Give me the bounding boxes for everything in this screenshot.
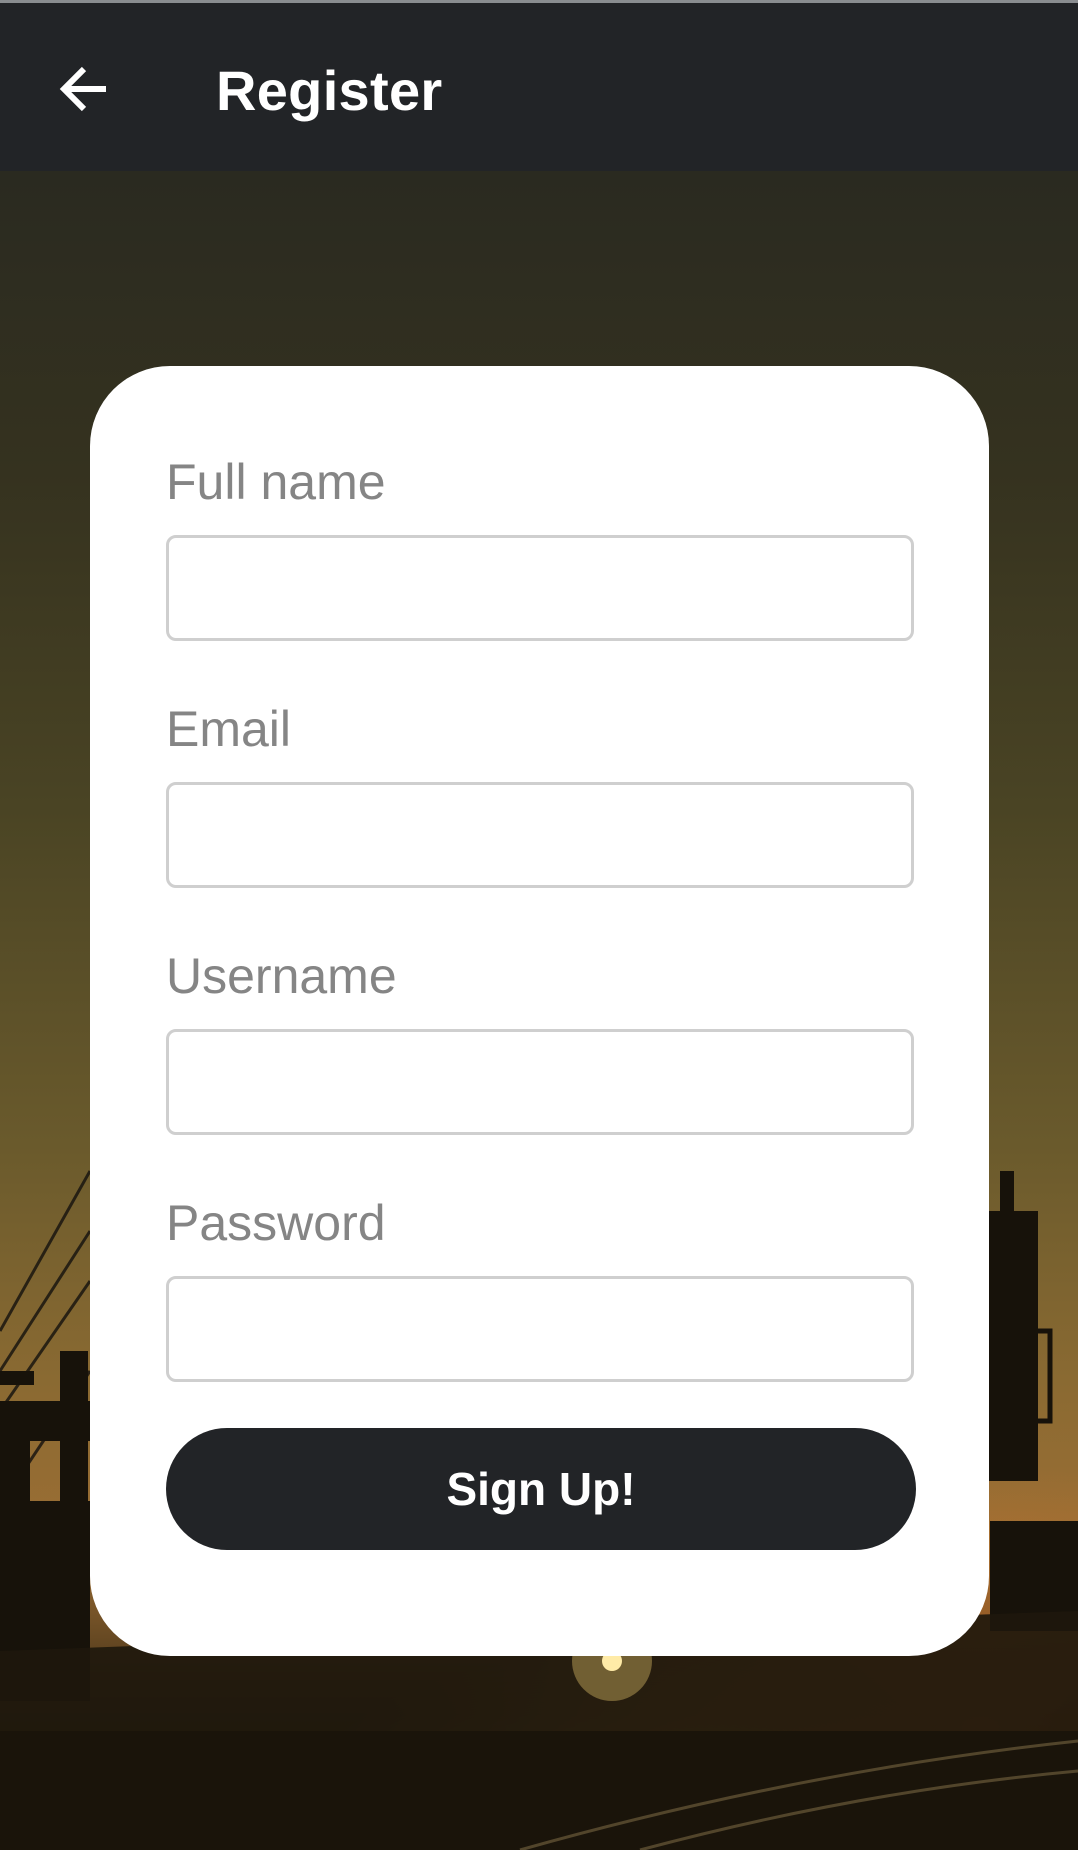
arrow-left-icon (59, 66, 106, 112)
password-label: Password (166, 1195, 386, 1251)
full-name-label: Full name (166, 454, 386, 510)
back-button[interactable] (52, 57, 116, 121)
register-card: Full name Email Username Password Sign U… (90, 366, 989, 1656)
full-name-input[interactable] (166, 535, 914, 641)
password-input[interactable] (166, 1276, 914, 1382)
email-label: Email (166, 701, 292, 757)
email-input[interactable] (166, 782, 914, 888)
app-bar: Register (0, 3, 1078, 171)
page-title: Register (216, 59, 443, 122)
username-input[interactable] (166, 1029, 914, 1135)
register-screen: Register Full name Email Username Passwo… (0, 0, 1078, 1850)
sign-up-button[interactable]: Sign Up! (166, 1428, 916, 1550)
username-label: Username (166, 948, 397, 1004)
